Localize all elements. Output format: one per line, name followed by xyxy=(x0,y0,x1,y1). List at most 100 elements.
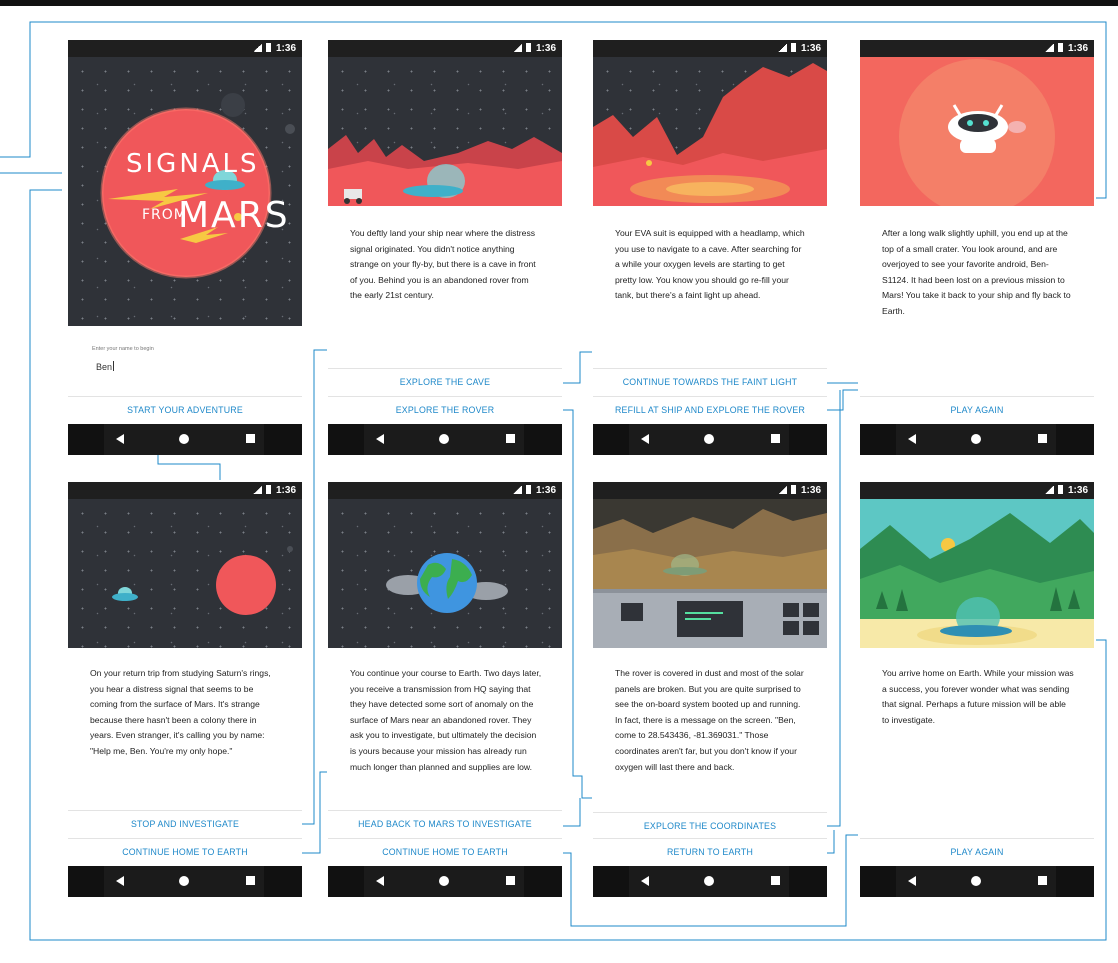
back-icon[interactable] xyxy=(376,434,384,444)
landing-illustration xyxy=(328,57,562,206)
battery-icon xyxy=(525,43,531,52)
back-icon[interactable] xyxy=(376,876,384,886)
home-icon[interactable] xyxy=(704,434,714,444)
status-bar: 1:36 xyxy=(68,482,302,499)
explore-cave-button[interactable]: EXPLORE THE CAVE xyxy=(328,368,562,395)
home-icon[interactable] xyxy=(704,876,714,886)
phone-earth-home: 1:36 You arrive home on Earth. While you… xyxy=(860,482,1094,897)
rover-illustration xyxy=(593,499,827,648)
back-icon[interactable] xyxy=(908,876,916,886)
status-bar: 1:36 xyxy=(593,40,827,57)
phone-transmission: 1:36 You continue your course to Earth. … xyxy=(328,482,562,897)
nav-bar xyxy=(860,866,1094,897)
back-icon[interactable] xyxy=(641,876,649,886)
signal-icon xyxy=(777,486,787,494)
name-input[interactable]: Ben xyxy=(96,361,114,372)
phone-distress: 1:36 On your return trip from studying S… xyxy=(68,482,302,897)
home-icon[interactable] xyxy=(971,434,981,444)
phone-landing: 1:36 You deftly land your ship near wher… xyxy=(328,40,562,455)
story-text: You deftly land your ship near where the… xyxy=(350,228,536,301)
back-icon[interactable] xyxy=(116,434,124,444)
home-icon[interactable] xyxy=(439,434,449,444)
recents-icon[interactable] xyxy=(1038,434,1047,443)
battery-icon xyxy=(1057,43,1063,52)
battery-icon xyxy=(1057,485,1063,494)
story-text: The rover is covered in dust and most of… xyxy=(615,668,804,772)
clock: 1:36 xyxy=(535,485,556,496)
nav-bar xyxy=(68,424,302,455)
story-text: On your return trip from studying Saturn… xyxy=(90,668,271,756)
play-again-button[interactable]: PLAY AGAIN xyxy=(860,396,1094,423)
clock: 1:36 xyxy=(275,485,296,496)
explore-rover-button[interactable]: EXPLORE THE ROVER xyxy=(328,396,562,423)
back-icon[interactable] xyxy=(116,876,124,886)
battery-icon xyxy=(265,43,271,52)
refill-explore-rover-button[interactable]: REFILL AT SHIP AND EXPLORE THE ROVER xyxy=(593,396,827,423)
earth-illustration xyxy=(328,499,562,648)
phone-rover: 1:36 The rover is covered in dust and mo… xyxy=(593,482,827,897)
nav-bar xyxy=(328,424,562,455)
recents-icon[interactable] xyxy=(506,876,515,885)
clock: 1:36 xyxy=(1067,485,1088,496)
status-bar: 1:36 xyxy=(328,482,562,499)
recents-icon[interactable] xyxy=(246,434,255,443)
top-bar xyxy=(0,0,1118,6)
recents-icon[interactable] xyxy=(506,434,515,443)
recents-icon[interactable] xyxy=(771,876,780,885)
signal-icon xyxy=(777,44,787,52)
clock: 1:36 xyxy=(275,43,296,54)
explore-coordinates-button[interactable]: EXPLORE THE COORDINATES xyxy=(593,812,827,839)
status-bar: 1:36 xyxy=(860,40,1094,57)
clock: 1:36 xyxy=(800,43,821,54)
recents-icon[interactable] xyxy=(1038,876,1047,885)
play-again-button[interactable]: PLAY AGAIN xyxy=(860,838,1094,865)
story-text: After a long walk slightly uphill, you e… xyxy=(882,228,1071,316)
clock: 1:36 xyxy=(800,485,821,496)
status-bar: 1:36 xyxy=(860,482,1094,499)
nav-bar xyxy=(328,866,562,897)
recents-icon[interactable] xyxy=(771,434,780,443)
name-label: Enter your name to begin xyxy=(92,346,154,352)
recents-icon[interactable] xyxy=(246,876,255,885)
status-bar: 1:36 xyxy=(593,482,827,499)
continue-faint-light-button[interactable]: CONTINUE TOWARDS THE FAINT LIGHT xyxy=(593,368,827,395)
nav-bar xyxy=(68,866,302,897)
home-icon[interactable] xyxy=(971,876,981,886)
title-mars: MARS xyxy=(178,195,290,236)
clock: 1:36 xyxy=(1067,43,1088,54)
signal-icon xyxy=(512,44,522,52)
continue-home-button[interactable]: CONTINUE HOME TO EARTH xyxy=(328,838,562,865)
signal-icon xyxy=(1044,486,1054,494)
space-illustration xyxy=(68,499,302,648)
nav-bar xyxy=(860,424,1094,455)
continue-home-button[interactable]: CONTINUE HOME TO EARTH xyxy=(68,838,302,865)
home-icon[interactable] xyxy=(179,876,189,886)
stop-investigate-button[interactable]: STOP AND INVESTIGATE xyxy=(68,810,302,837)
story-text: You arrive home on Earth. While your mis… xyxy=(882,668,1074,725)
intro-illustration: SIGNALS FROM MARS xyxy=(68,57,302,326)
nav-bar xyxy=(593,424,827,455)
home-icon[interactable] xyxy=(179,434,189,444)
return-to-earth-button[interactable]: RETURN TO EARTH xyxy=(593,838,827,865)
start-adventure-button[interactable]: START YOUR ADVENTURE xyxy=(68,396,302,423)
head-back-mars-button[interactable]: HEAD BACK TO MARS TO INVESTIGATE xyxy=(328,810,562,837)
status-bar: 1:36 xyxy=(328,40,562,57)
status-bar: 1:36 xyxy=(68,40,302,57)
signal-icon xyxy=(1044,44,1054,52)
earth-landing-illustration xyxy=(860,499,1094,648)
back-icon[interactable] xyxy=(908,434,916,444)
nav-bar xyxy=(593,866,827,897)
signal-icon xyxy=(252,44,262,52)
phone-android-found: 1:36 After a long walk slightly uphill, … xyxy=(860,40,1094,455)
phone-cave: 1:36 Your EVA suit is equipped with a he… xyxy=(593,40,827,455)
battery-icon xyxy=(525,485,531,494)
android-illustration xyxy=(860,57,1094,206)
battery-icon xyxy=(265,485,271,494)
signal-icon xyxy=(512,486,522,494)
back-icon[interactable] xyxy=(641,434,649,444)
story-text: You continue your course to Earth. Two d… xyxy=(350,668,542,772)
title-signals: SIGNALS xyxy=(126,149,260,179)
home-icon[interactable] xyxy=(439,876,449,886)
clock: 1:36 xyxy=(535,43,556,54)
battery-icon xyxy=(790,43,796,52)
